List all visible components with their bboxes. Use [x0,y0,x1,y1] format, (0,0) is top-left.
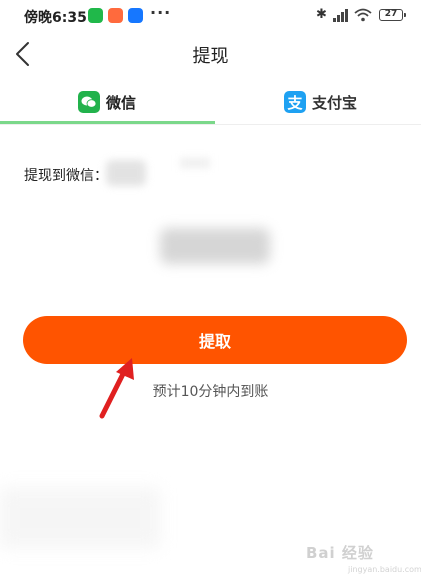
blurred-faint-text [180,158,210,168]
withdraw-button[interactable]: 提取 [23,316,407,364]
more-notifications-icon: ··· [150,3,172,22]
wechat-icon [78,91,100,113]
withdraw-to-label: 提现到微信： [24,168,108,184]
tab-selected-indicator [0,121,215,124]
blurred-bottom-area [0,488,160,548]
wechat-app-icon [88,8,103,23]
signal-icon [333,9,348,22]
battery-icon: 27 [379,9,406,21]
alipay-icon: 支 [284,91,306,113]
arrival-time-note: 预计10分钟内到账 [152,384,269,400]
tab-wechat-label: 微信 [106,94,137,112]
blurred-account-name [106,160,146,186]
tab-alipay-label: 支付宝 [312,94,358,112]
baidu-watermark: Bai 经验 [306,544,374,562]
tab-alipay[interactable]: 支 支付宝 [211,80,421,124]
status-bar: 傍晚6:35 ··· ✱ 27 [0,0,421,30]
payment-tabs: 微信 支 支付宝 [0,80,421,125]
blurred-amount [160,228,270,264]
alipay-app-icon [128,8,143,23]
orange-app-icon [108,8,123,23]
baidu-watermark-url: jingyan.baidu.com [348,565,421,574]
status-time: 傍晚6:35 [24,10,87,26]
nav-header: 提现 [0,30,421,78]
bluetooth-icon: ✱ [316,7,327,22]
wifi-icon [354,8,372,22]
page-title: 提现 [192,46,229,67]
red-arrow-annotation-icon [99,358,134,419]
tab-wechat[interactable]: 微信 [0,80,215,124]
